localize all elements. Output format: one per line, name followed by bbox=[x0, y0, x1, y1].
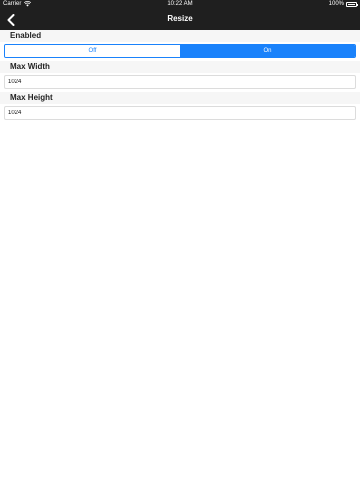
resize-screen: Carrier 10:22 AM 100% Resize Enabled Off… bbox=[0, 0, 360, 480]
section-header-enabled: Enabled bbox=[0, 30, 360, 42]
status-time: 10:22 AM bbox=[167, 1, 193, 7]
segment-on[interactable]: On bbox=[180, 45, 355, 57]
battery-percent: 100% bbox=[328, 1, 344, 7]
section-header-max-width: Max Width bbox=[0, 61, 360, 73]
max-width-field[interactable] bbox=[4, 75, 356, 89]
page-title: Resize bbox=[167, 14, 193, 23]
enabled-segmented-control: Off On bbox=[4, 44, 356, 58]
segment-off[interactable]: Off bbox=[5, 45, 180, 57]
max-height-field[interactable] bbox=[4, 106, 356, 120]
status-bar: Carrier 10:22 AM 100% bbox=[0, 0, 360, 10]
battery-icon bbox=[346, 1, 358, 7]
status-right: 100% bbox=[328, 1, 358, 7]
navigation-bar: Resize bbox=[0, 10, 360, 30]
section-header-max-height: Max Height bbox=[0, 92, 360, 104]
